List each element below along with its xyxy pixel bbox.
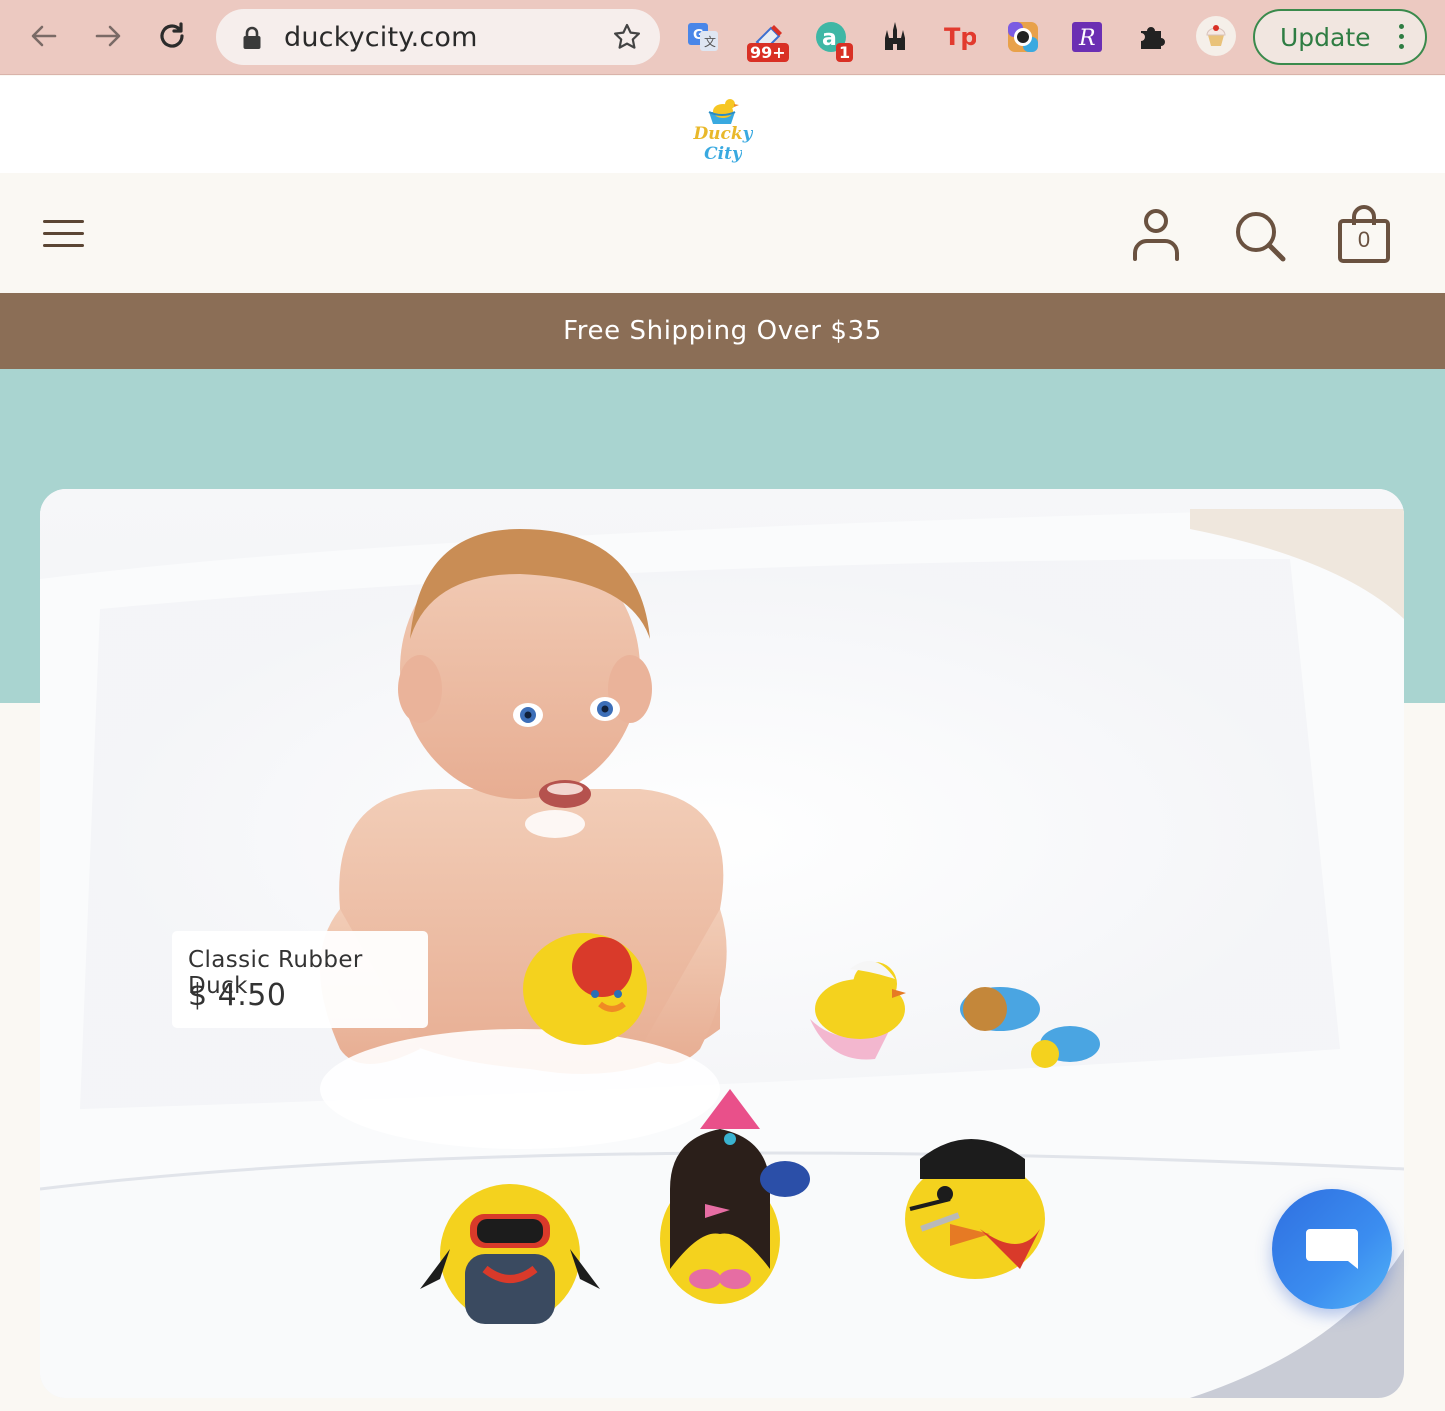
r-extension-icon[interactable]: R <box>1068 18 1106 56</box>
camera-extension-icon[interactable] <box>1004 18 1042 56</box>
product-price: $ 4.50 <box>188 978 287 1013</box>
url-text[interactable]: duckycity.com <box>284 22 478 53</box>
forward-arrow-icon <box>95 25 121 47</box>
held-rubber-duck <box>523 933 647 1045</box>
update-label: Update <box>1280 23 1371 52</box>
google-translate-icon[interactable]: G文 <box>684 18 722 56</box>
svg-text:Tp: Tp <box>944 23 976 51</box>
profile-cupcake-icon[interactable] <box>1196 16 1236 56</box>
bookmark-star-icon[interactable] <box>612 22 642 52</box>
duck-logo-icon <box>708 99 739 124</box>
cart-icon[interactable]: 0 <box>1336 205 1392 265</box>
castle-extension-icon[interactable] <box>876 18 914 56</box>
account-icon[interactable] <box>1128 205 1184 265</box>
update-button[interactable]: Update <box>1253 9 1427 65</box>
a-extension-icon[interactable]: a 1 <box>812 18 854 62</box>
product-hotspot-card[interactable]: Classic Rubber Duck $ 4.50 <box>172 931 428 1028</box>
logo-text: Ducky City <box>693 124 753 164</box>
lock-icon <box>243 26 261 49</box>
chat-bubble-icon <box>1306 1229 1358 1269</box>
more-menu-icon[interactable] <box>1399 24 1405 54</box>
forward-button[interactable] <box>88 16 128 56</box>
pirate-duck <box>905 1139 1045 1279</box>
back-arrow-icon <box>31 25 57 47</box>
puzzle-extensions-icon[interactable] <box>1132 18 1170 56</box>
svg-text:a: a <box>822 26 837 51</box>
extension-badge: 1 <box>836 43 854 62</box>
announcement-bar: Free Shipping Over $35 <box>0 293 1445 369</box>
back-button[interactable] <box>24 16 64 56</box>
svg-text:R: R <box>1078 26 1096 51</box>
reload-icon <box>160 22 184 48</box>
browser-toolbar: duckycity.com G文 99+ a 1 Tp R Update <box>0 0 1445 75</box>
extension-badge: 99+ <box>747 43 789 62</box>
reload-button[interactable] <box>152 16 192 56</box>
search-icon[interactable] <box>1232 205 1288 265</box>
eraser-extension-icon[interactable]: 99+ <box>747 18 789 62</box>
address-bar[interactable]: duckycity.com <box>216 9 660 65</box>
tp-extension-icon[interactable]: Tp <box>940 18 978 56</box>
ducky-city-logo[interactable]: Ducky City <box>683 94 763 164</box>
site-header: 0 <box>0 173 1445 293</box>
logo-bar: Ducky City <box>0 76 1445 173</box>
svg-text:文: 文 <box>704 34 716 49</box>
cart-count: 0 <box>1357 227 1371 252</box>
chat-button[interactable] <box>1272 1189 1392 1309</box>
announcement-text: Free Shipping Over $35 <box>563 316 882 346</box>
menu-icon[interactable] <box>43 220 85 250</box>
